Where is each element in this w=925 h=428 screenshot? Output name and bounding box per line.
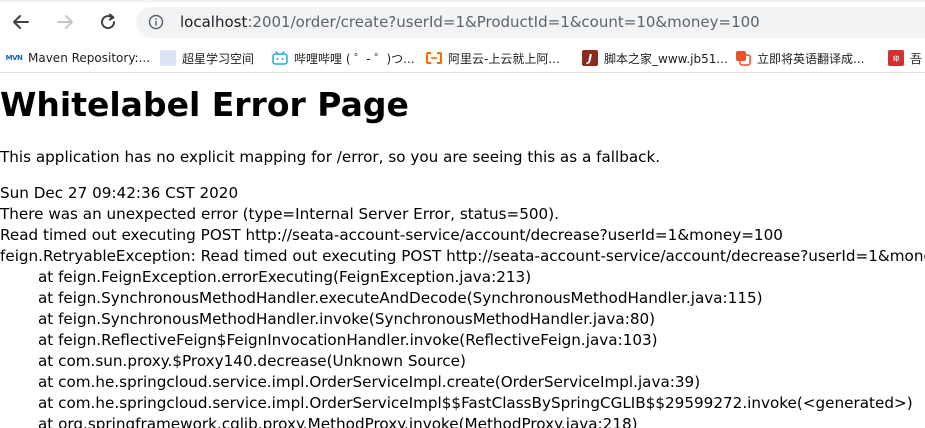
forward-arrow-icon (57, 15, 73, 29)
error-details: Sun Dec 27 09:42:36 CST 2020 There was a… (0, 183, 925, 428)
maven-icon: MVN (6, 50, 23, 66)
stack-frame: at com.he.springcloud.service.impl.Order… (38, 394, 913, 412)
back-arrow-icon (13, 15, 29, 29)
page-icon (160, 50, 176, 66)
tab-strip-edge (0, 0, 925, 2)
back-button[interactable] (8, 9, 34, 35)
bookmark-aliyun[interactable]: 阿里云-上云就上阿... (426, 48, 560, 68)
stack-frame: at feign.SynchronousMethodHandler.invoke… (38, 310, 656, 328)
stack-frame: at feign.SynchronousMethodHandler.execut… (38, 289, 763, 307)
bookmark-label: 超星学习空间 (182, 51, 255, 66)
bookmark-seal[interactable]: 印 吾 (888, 48, 922, 68)
bookmark-label: 哔哩哔哩 ( ゜- ゜)つ... (294, 51, 415, 66)
bookmark-chaoxing[interactable]: 超星学习空间 (160, 48, 254, 68)
forward-button[interactable] (52, 9, 78, 35)
bookmark-jb51[interactable]: J 脚本之家_www.jb51... (582, 48, 728, 68)
bookmark-maven[interactable]: MVN Maven Repository:... (6, 48, 150, 68)
error-type: There was an unexpected error (type=Inte… (0, 205, 559, 223)
jb51-icon: J (582, 50, 598, 66)
bookmark-translate[interactable]: 立即将英语翻译成... (735, 48, 864, 68)
bookmarks-bar: MVN Maven Repository:... 超星学习空间 哔哩哔哩 ( ゜… (0, 44, 925, 73)
bookmark-label: 吾 (910, 51, 923, 66)
reload-icon (101, 13, 116, 30)
bookmark-label: 立即将英语翻译成... (757, 51, 865, 66)
page-title: Whitelabel Error Page (0, 85, 409, 124)
aliyun-icon (426, 50, 442, 66)
bilibili-icon (272, 50, 288, 66)
bookmark-label: Maven Repository:... (28, 51, 151, 65)
error-timestamp: Sun Dec 27 09:42:36 CST 2020 (0, 184, 239, 202)
seal-icon: 印 (888, 50, 904, 66)
site-info-icon[interactable] (148, 14, 164, 30)
bookmark-bilibili[interactable]: 哔哩哔哩 ( ゜- ゜)つ... (272, 48, 415, 68)
url-text[interactable]: localhost:2001/order/create?userId=1&Pro… (180, 13, 760, 32)
stack-frame: at com.sun.proxy.$Proxy140.decrease(Unkn… (38, 352, 466, 370)
stack-frame: at com.he.springcloud.service.impl.Order… (38, 373, 701, 391)
translate-icon (735, 50, 751, 66)
bookmark-label: 脚本之家_www.jb51... (604, 51, 728, 66)
url-host: localhost (180, 13, 248, 31)
error-message: This application has no explicit mapping… (0, 148, 661, 166)
stack-frame: at feign.ReflectiveFeign$FeignInvocation… (38, 331, 658, 349)
stack-frame: at org.springframework.cglib.proxy.Metho… (38, 415, 638, 428)
bookmark-label: 阿里云-上云就上阿... (448, 51, 560, 66)
error-detail: Read timed out executing POST http://sea… (0, 226, 783, 244)
browser-toolbar: localhost:2001/order/create?userId=1&Pro… (0, 0, 925, 44)
stack-frame: at feign.FeignException.errorExecuting(F… (38, 268, 532, 286)
error-page: Whitelabel Error Page This application h… (0, 73, 925, 428)
url-path: :2001/order/create?userId=1&ProductId=1&… (247, 13, 760, 31)
address-bar[interactable]: localhost:2001/order/create?userId=1&Pro… (136, 7, 925, 38)
exception-line: feign.RetryableException: Read timed out… (0, 247, 925, 265)
reload-button[interactable] (95, 9, 121, 35)
